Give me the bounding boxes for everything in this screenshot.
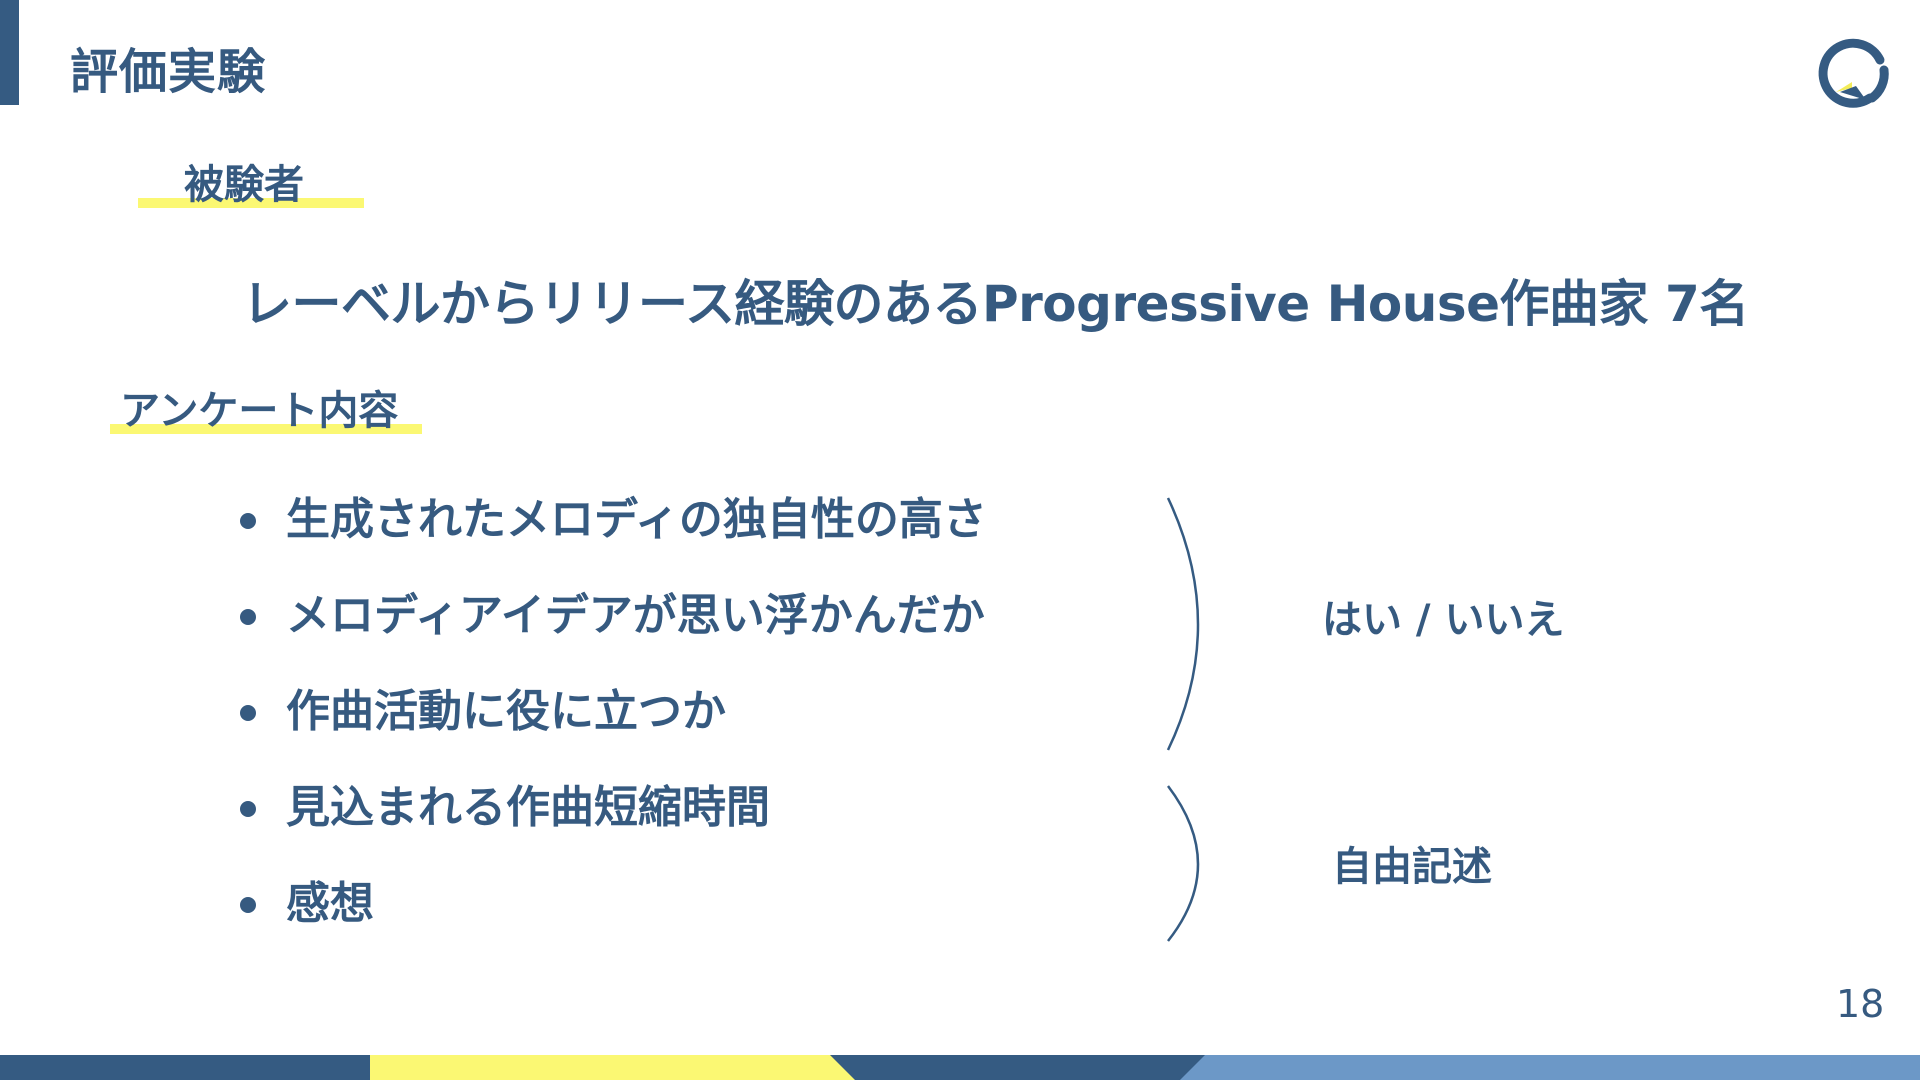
bullet-icon	[240, 897, 256, 913]
bullet-icon	[240, 609, 256, 625]
survey-heading: アンケート内容	[120, 388, 399, 434]
survey-item-text: 見込まれる作曲短縮時間	[286, 782, 770, 833]
survey-item-text: メロディアイデアが思い浮かんだか	[286, 590, 985, 641]
slide: 評価実験 被験者 レーベルからリリース経験のあるProgressive Hous…	[0, 0, 1920, 1080]
survey-item-text: 作曲活動に役に立つか	[286, 686, 726, 737]
slide-title: 評価実験	[70, 44, 267, 100]
title-accent-bar	[0, 0, 19, 105]
page-number: 18	[1836, 982, 1885, 1026]
footer-stripe	[0, 1055, 1920, 1080]
brace-yes-no-group	[1166, 497, 1200, 751]
survey-item-text: 生成されたメロディの独自性の高さ	[286, 494, 987, 545]
bullet-icon	[240, 705, 256, 721]
bullet-icon	[240, 801, 256, 817]
answer-free-text-label: 自由記述	[1332, 844, 1492, 890]
logo-icon	[1818, 38, 1889, 108]
brace-free-text-group	[1167, 785, 1200, 942]
subjects-description: レーベルからリリース経験のあるProgressive House作曲家 7名	[242, 275, 1749, 333]
survey-item-text: 感想	[286, 878, 374, 929]
bullet-icon	[240, 513, 256, 529]
subjects-heading: 被験者	[184, 162, 304, 208]
answer-yes-no-label: はい / いいえ	[1322, 597, 1565, 643]
